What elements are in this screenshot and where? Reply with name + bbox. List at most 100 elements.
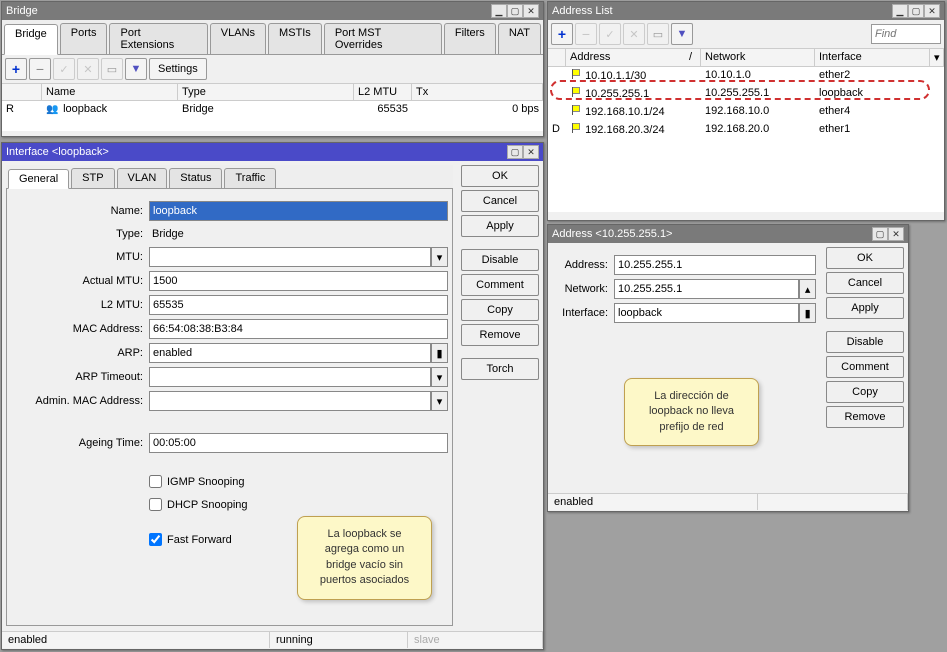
col-tx[interactable]: Tx [412, 84, 543, 100]
comment-button[interactable]: Comment [826, 356, 904, 378]
actual-mtu-field[interactable] [149, 271, 448, 291]
tab-port-extensions[interactable]: Port Extensions [109, 23, 207, 54]
col-l2mtu[interactable]: L2 MTU [354, 84, 412, 100]
form-address: Address: [554, 255, 816, 275]
ok-button[interactable]: OK [826, 247, 904, 269]
chevron-up-icon[interactable]: ▴ [799, 279, 816, 299]
settings-button[interactable]: Settings [149, 58, 207, 80]
name-field[interactable] [149, 201, 448, 221]
tab-general[interactable]: General [8, 169, 69, 189]
address-field[interactable] [614, 255, 816, 275]
comment-button[interactable]: Comment [461, 274, 539, 296]
cancel-button[interactable]: Cancel [461, 190, 539, 212]
minimize-icon[interactable]: ▁ [892, 4, 908, 18]
ageing-field[interactable] [149, 433, 448, 453]
table-row[interactable]: D 192.168.20.3/24 192.168.20.0 ether1 [548, 121, 944, 139]
comment-button[interactable]: ▭ [101, 58, 123, 80]
filter-button[interactable]: ▼ [671, 23, 693, 45]
remove-button[interactable]: Remove [461, 324, 539, 346]
col-interface[interactable]: Interface [815, 49, 930, 66]
bridge-grid-header: Name Type L2 MTU Tx [2, 84, 543, 101]
comment-button[interactable]: ▭ [647, 23, 669, 45]
col-flag[interactable] [548, 49, 566, 66]
chevron-down-icon[interactable]: ▮ [431, 343, 448, 363]
chevron-down-icon[interactable]: ▮ [799, 303, 816, 323]
enable-button[interactable]: ✓ [53, 58, 75, 80]
table-row[interactable]: 10.10.1.1/30 10.10.1.0 ether2 [548, 67, 944, 85]
disable-button[interactable]: ✕ [623, 23, 645, 45]
mac-field[interactable] [149, 319, 448, 339]
maximize-icon[interactable]: ▢ [872, 227, 888, 241]
remove-button[interactable]: − [575, 23, 597, 45]
add-button[interactable]: + [551, 23, 573, 45]
col-flag[interactable] [2, 84, 42, 100]
enable-button[interactable]: ✓ [599, 23, 621, 45]
close-icon[interactable]: ✕ [924, 4, 940, 18]
close-icon[interactable]: ✕ [523, 4, 539, 18]
address-grid-body: 10.10.1.1/30 10.10.1.0 ether2 10.255.255… [548, 67, 944, 212]
interface-titlebar[interactable]: Interface <loopback> ▢ ✕ [2, 143, 543, 161]
ok-button[interactable]: OK [461, 165, 539, 187]
arp-timeout-field[interactable] [149, 367, 431, 387]
chevron-down-icon[interactable]: ▾ [431, 367, 448, 387]
maximize-icon[interactable]: ▢ [507, 145, 523, 159]
tab-bridge[interactable]: Bridge [4, 24, 58, 55]
copy-button[interactable]: Copy [461, 299, 539, 321]
torch-button[interactable]: Torch [461, 358, 539, 380]
add-button[interactable]: + [5, 58, 27, 80]
tab-traffic[interactable]: Traffic [224, 168, 276, 188]
address-status-bar: enabled [548, 493, 908, 510]
callout-loopback-prefix: La dirección de loopback no lleva prefij… [624, 378, 759, 446]
tab-status[interactable]: Status [169, 168, 222, 188]
igmp-snooping-checkbox[interactable]: IGMP Snooping [149, 475, 448, 488]
minimize-icon[interactable]: ▁ [491, 4, 507, 18]
chevron-down-icon[interactable]: ▾ [431, 247, 448, 267]
find-input[interactable] [871, 24, 941, 44]
disable-button[interactable]: Disable [461, 249, 539, 271]
tab-port-mst-overrides[interactable]: Port MST Overrides [324, 23, 442, 54]
tab-filters[interactable]: Filters [444, 23, 496, 54]
table-row[interactable]: 192.168.10.1/24 192.168.10.0 ether4 [548, 103, 944, 121]
mtu-field[interactable] [149, 247, 431, 267]
bridge-titlebar[interactable]: Bridge ▁ ▢ ✕ [2, 2, 543, 20]
tab-stp[interactable]: STP [71, 168, 114, 188]
table-row[interactable]: R loopback Bridge 65535 0 bps [2, 101, 543, 118]
admin-mac-field[interactable] [149, 391, 431, 411]
interface-field[interactable] [614, 303, 799, 323]
interface-side-buttons: OK Cancel Apply Disable Comment Copy Rem… [457, 161, 543, 631]
chevron-down-icon[interactable]: ▾ [431, 391, 448, 411]
col-network[interactable]: Network [701, 49, 815, 66]
col-address[interactable]: Address/ [566, 49, 701, 66]
remove-button[interactable]: − [29, 58, 51, 80]
col-type[interactable]: Type [178, 84, 354, 100]
disable-button[interactable]: Disable [826, 331, 904, 353]
maximize-icon[interactable]: ▢ [908, 4, 924, 18]
close-icon[interactable]: ✕ [523, 145, 539, 159]
tab-ports[interactable]: Ports [60, 23, 108, 54]
arp-field[interactable] [149, 343, 431, 363]
flag-icon [570, 69, 582, 79]
tab-mstis[interactable]: MSTIs [268, 23, 322, 54]
maximize-icon[interactable]: ▢ [507, 4, 523, 18]
cancel-button[interactable]: Cancel [826, 272, 904, 294]
tab-vlan[interactable]: VLAN [117, 168, 168, 188]
table-row[interactable]: 10.255.255.1 10.255.255.1 loopback [548, 85, 944, 103]
bridge-tabs: Bridge Ports Port Extensions VLANs MSTIs… [2, 20, 543, 55]
address-list-titlebar[interactable]: Address List ▁ ▢ ✕ [548, 2, 944, 20]
dhcp-snooping-checkbox[interactable]: DHCP Snooping [149, 498, 448, 511]
apply-button[interactable]: Apply [461, 215, 539, 237]
apply-button[interactable]: Apply [826, 297, 904, 319]
copy-button[interactable]: Copy [826, 381, 904, 403]
row-name: loopback [42, 101, 178, 117]
close-icon[interactable]: ✕ [888, 227, 904, 241]
filter-button[interactable]: ▼ [125, 58, 147, 80]
l2mtu-field[interactable] [149, 295, 448, 315]
disable-button[interactable]: ✕ [77, 58, 99, 80]
address-titlebar[interactable]: Address <10.255.255.1> ▢ ✕ [548, 225, 908, 243]
col-name[interactable]: Name [42, 84, 178, 100]
col-dropdown[interactable]: ▾ [930, 49, 944, 66]
tab-nat[interactable]: NAT [498, 23, 541, 54]
remove-button[interactable]: Remove [826, 406, 904, 428]
tab-vlans[interactable]: VLANs [210, 23, 266, 54]
network-field[interactable] [614, 279, 799, 299]
